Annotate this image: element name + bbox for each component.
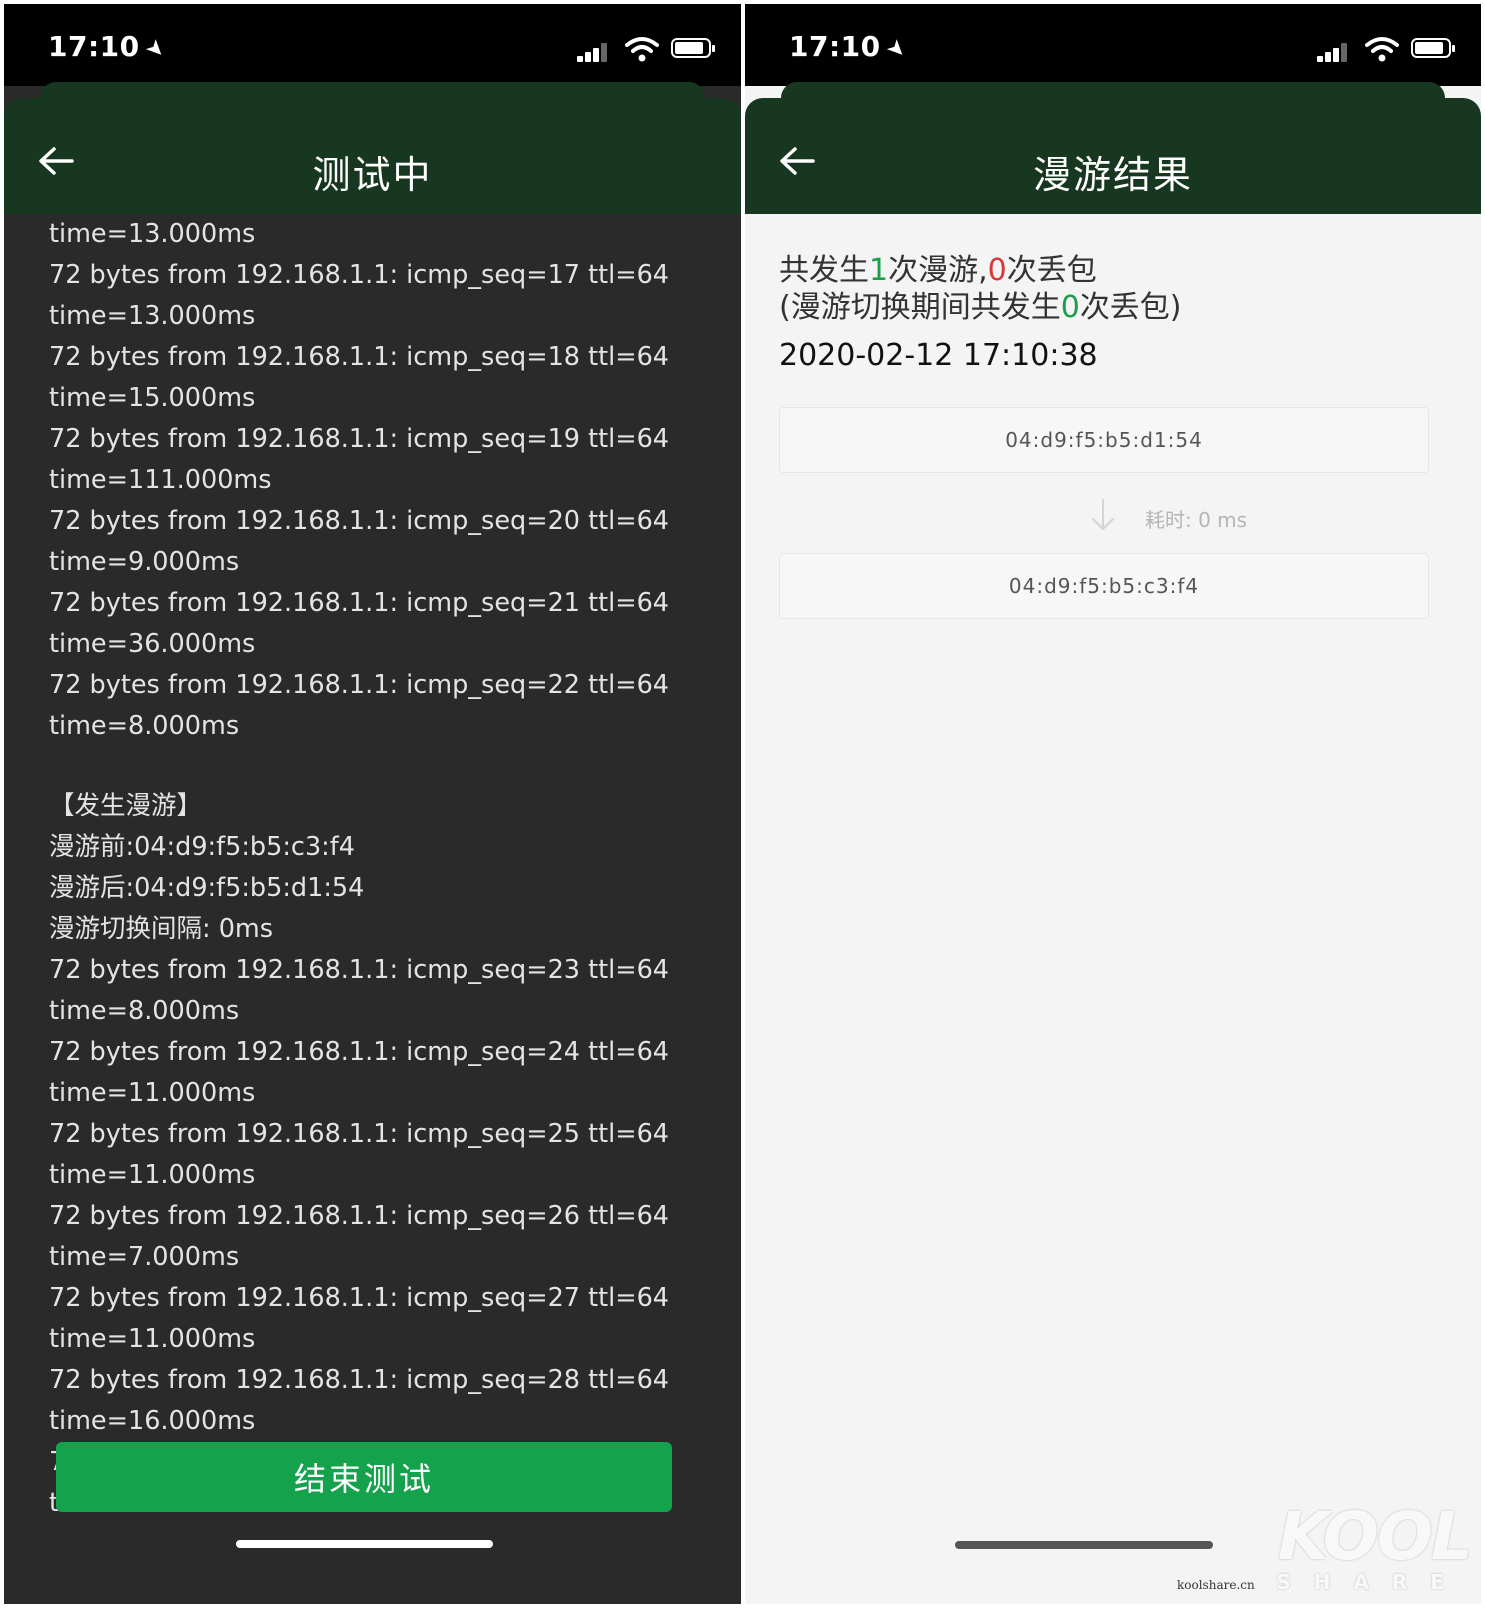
log-line: time=9.000ms <box>49 547 240 577</box>
log-line: 72 bytes from 192.168.1.1: icmp_seq=22 t… <box>49 670 670 700</box>
log-line: time=15.000ms <box>49 383 256 413</box>
page-title: 测试中 <box>312 153 433 197</box>
log-line: 72 bytes from 192.168.1.1: icmp_seq=27 t… <box>49 1283 670 1313</box>
log-line: 72 bytes from 192.168.1.1: icmp_seq=19 t… <box>49 424 670 454</box>
watermark-logo: KOOL <box>1277 1498 1473 1575</box>
ping-log: time=13.000ms 72 bytes from 192.168.1.1: … <box>49 214 721 1604</box>
log-line: 72 bytes from 192.168.1.1: icmp_seq=26 t… <box>49 1201 670 1231</box>
elapsed-time: 耗时: 0 ms <box>1145 508 1248 532</box>
watermark-site: koolshare.cn <box>1177 1578 1255 1592</box>
log-line: time=11.000ms <box>49 1324 256 1354</box>
roaming-result-screen: 17:10➤ 漫游结果 共发生1次漫游,0次丢包 (漫游切换期间共发生0次丢包)… <box>745 4 1481 1604</box>
log-line: 72 bytes from 192.168.1.1: icmp_seq=24 t… <box>49 1037 670 1067</box>
page-title: 漫游结果 <box>1032 153 1193 197</box>
summary-text: (漫游切换期间共发生 <box>779 290 1061 325</box>
log-line: time=8.000ms <box>49 711 240 741</box>
location-arrow-icon: ➤ <box>880 33 912 66</box>
end-test-button[interactable]: 结束测试 <box>56 1442 672 1512</box>
battery-icon <box>1411 38 1455 58</box>
status-bar: 17:10➤ <box>745 4 1481 86</box>
status-time: 17:10➤ <box>789 30 912 66</box>
log-line: time=36.000ms <box>49 629 256 659</box>
log-line: 【发生漫游】 <box>49 791 203 821</box>
log-line: 72 bytes from 192.168.1.1: icmp_seq=21 t… <box>49 588 670 618</box>
log-line: time=13.000ms <box>49 301 256 331</box>
log-line: time=111.000ms <box>49 465 272 495</box>
log-line: time=8.000ms <box>49 996 240 1026</box>
log-line: 72 bytes from 192.168.1.1: icmp_seq=25 t… <box>49 1119 670 1149</box>
arrow-down-icon <box>1092 499 1114 530</box>
summary-text: 共发生 <box>779 253 869 288</box>
log-line: 漫游后:04:d9:f5:b5:d1:54 <box>49 873 365 903</box>
test-datetime: 2020-02-12 17:10:38 <box>779 338 1098 373</box>
cellular-signal-icon <box>577 42 611 62</box>
summary-text: 次漫游, <box>888 253 988 288</box>
wifi-icon <box>625 37 659 62</box>
summary-line-2: (漫游切换期间共发生0次丢包) <box>779 289 1182 326</box>
status-bar: 17:10➤ <box>4 4 741 86</box>
home-indicator[interactable] <box>236 1540 493 1548</box>
log-line: time=11.000ms <box>49 1160 256 1190</box>
roaming-summary: 共发生1次漫游,0次丢包 (漫游切换期间共发生0次丢包) <box>779 252 1182 326</box>
log-line: 漫游切换间隔: 0ms <box>49 914 274 944</box>
log-line: time=16.000ms <box>49 1406 256 1436</box>
log-line: 72 bytes from 192.168.1.1: icmp_seq=23 t… <box>49 955 670 985</box>
nav-bar: 测试中 <box>4 98 741 214</box>
log-line: 72 bytes from 192.168.1.1: icmp_seq=20 t… <box>49 506 670 536</box>
koolshare-watermark: KOOL SHARE koolshare.cn <box>1177 1498 1473 1594</box>
log-line: 72 bytes from 192.168.1.1: icmp_seq=28 t… <box>49 1365 670 1395</box>
switch-loss-count: 0 <box>1060 290 1080 325</box>
status-time: 17:10➤ <box>48 30 171 66</box>
mac-from-card: 04:d9:f5:b5:d1:54 <box>779 407 1429 473</box>
watermark-subtext: SHARE <box>1276 1570 1467 1594</box>
log-line: time=13.000ms <box>49 219 256 249</box>
nav-bar: 漫游结果 <box>745 98 1481 214</box>
summary-line-1: 共发生1次漫游,0次丢包 <box>779 252 1182 289</box>
testing-screen: 17:10➤ 测试中 time=13.000ms 72 bytes from 19… <box>4 4 741 1604</box>
loss-count: 0 <box>987 253 1007 288</box>
log-line: time=7.000ms <box>49 1242 240 1272</box>
battery-icon <box>671 38 715 58</box>
log-line: 漫游前:04:d9:f5:b5:c3:f4 <box>49 832 355 862</box>
home-indicator[interactable] <box>955 1541 1213 1549</box>
summary-text: 次丢包 <box>1006 253 1097 288</box>
cellular-signal-icon <box>1317 42 1351 62</box>
location-arrow-icon: ➤ <box>139 33 171 66</box>
log-line: 72 bytes from 192.168.1.1: icmp_seq=18 t… <box>49 342 670 372</box>
mac-to-card: 04:d9:f5:b5:c3:f4 <box>779 553 1429 619</box>
wifi-icon <box>1365 37 1399 62</box>
roam-count: 1 <box>869 253 889 288</box>
summary-text: 次丢包) <box>1079 290 1182 325</box>
log-line: 72 bytes from 192.168.1.1: icmp_seq=17 t… <box>49 260 670 290</box>
log-line: time=11.000ms <box>49 1078 256 1108</box>
